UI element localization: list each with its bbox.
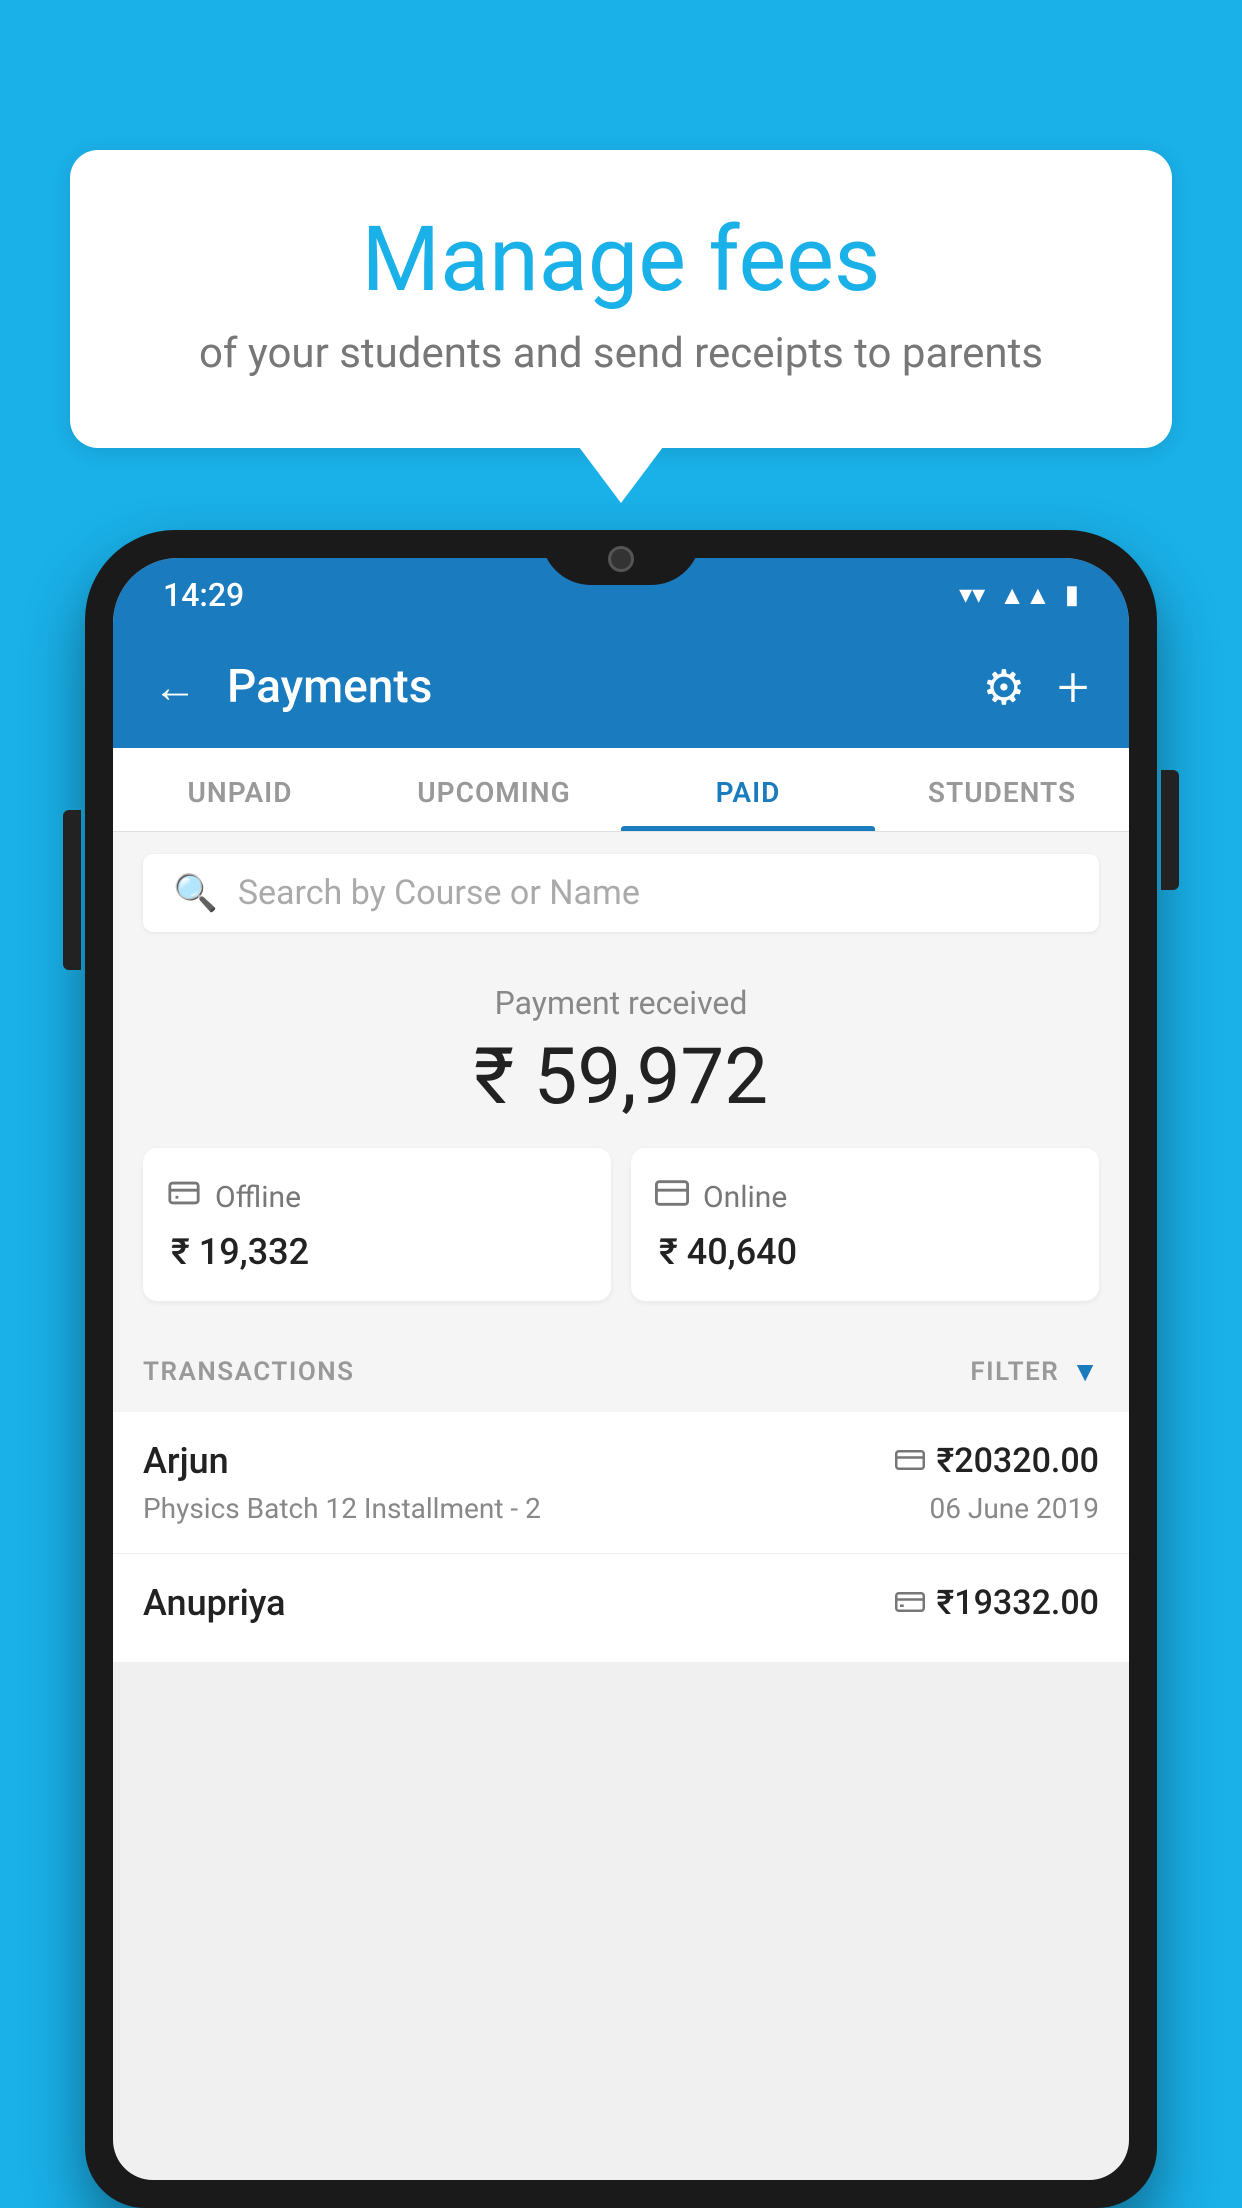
- offline-amount: ₹ 19,332: [167, 1231, 587, 1273]
- status-icons: ▾▾ ▲▲ ▮: [959, 580, 1079, 611]
- filter-icon: ▼: [1071, 1355, 1099, 1388]
- offline-card: Offline ₹ 19,332: [143, 1148, 611, 1301]
- app-bar: ← Payments ⚙ +: [113, 626, 1129, 748]
- transaction-item[interactable]: Anupriya ₹19332.00: [113, 1554, 1129, 1663]
- transaction-name: Anupriya: [143, 1582, 286, 1624]
- payment-amount: ₹ 59,972: [143, 1032, 1099, 1123]
- transactions-label: TRANSACTIONS: [143, 1357, 355, 1387]
- transactions-list: Arjun ₹20320.00 Physics: [113, 1412, 1129, 1663]
- signal-icon: ▲▲: [999, 580, 1050, 611]
- transaction-row-top: Arjun ₹20320.00: [143, 1440, 1099, 1482]
- speech-bubble: Manage fees of your students and send re…: [70, 150, 1172, 448]
- transaction-name: Arjun: [143, 1440, 229, 1482]
- transaction-course: Physics Batch 12 Installment - 2: [143, 1492, 541, 1525]
- app-bar-title: Payments: [227, 660, 432, 714]
- notch: [541, 530, 701, 585]
- offline-icon: [167, 1176, 201, 1219]
- payment-summary: Payment received ₹ 59,972: [113, 954, 1129, 1331]
- transaction-item[interactable]: Arjun ₹20320.00 Physics: [113, 1412, 1129, 1554]
- filter-container[interactable]: FILTER ▼: [970, 1355, 1099, 1388]
- bubble-title: Manage fees: [150, 210, 1092, 309]
- search-input-wrap[interactable]: 🔍 Search by Course or Name: [143, 854, 1099, 932]
- app-bar-right: ⚙ +: [982, 654, 1089, 720]
- tabs-container: UNPAID UPCOMING PAID STUDENTS: [113, 748, 1129, 832]
- speech-bubble-container: Manage fees of your students and send re…: [70, 150, 1172, 448]
- phone-outer: 14:29 ▾▾ ▲▲ ▮ ← Payments ⚙ +: [85, 530, 1157, 2208]
- transaction-row-bottom: Physics Batch 12 Installment - 2 06 June…: [143, 1492, 1099, 1525]
- search-placeholder: Search by Course or Name: [238, 873, 640, 913]
- tab-paid[interactable]: PAID: [621, 748, 875, 831]
- tab-unpaid[interactable]: UNPAID: [113, 748, 367, 831]
- payment-received-label: Payment received: [143, 984, 1099, 1022]
- app-bar-left: ← Payments: [153, 660, 432, 714]
- offline-label: Offline: [215, 1180, 301, 1215]
- wifi-icon: ▾▾: [959, 580, 985, 610]
- back-button[interactable]: ←: [153, 665, 197, 709]
- add-button[interactable]: +: [1057, 654, 1089, 720]
- transactions-header: TRANSACTIONS FILTER ▼: [113, 1331, 1129, 1412]
- online-label: Online: [703, 1180, 787, 1215]
- phone-screen: 14:29 ▾▾ ▲▲ ▮ ← Payments ⚙ +: [113, 558, 1129, 2180]
- camera: [608, 546, 634, 572]
- transaction-amount-wrap: ₹19332.00: [895, 1583, 1099, 1623]
- offline-card-header: Offline: [167, 1176, 587, 1219]
- online-card: Online ₹ 40,640: [631, 1148, 1099, 1301]
- tab-upcoming[interactable]: UPCOMING: [367, 748, 621, 831]
- phone-container: 14:29 ▾▾ ▲▲ ▮ ← Payments ⚙ +: [85, 530, 1157, 2208]
- settings-icon[interactable]: ⚙: [982, 659, 1025, 716]
- transaction-date: 06 June 2019: [929, 1492, 1099, 1525]
- offline-payment-icon: [895, 1586, 925, 1621]
- transaction-amount: ₹20320.00: [937, 1441, 1099, 1481]
- transaction-amount-wrap: ₹20320.00: [895, 1441, 1099, 1481]
- tab-students[interactable]: STUDENTS: [875, 748, 1129, 831]
- online-payment-icon: [895, 1444, 925, 1479]
- online-amount: ₹ 40,640: [655, 1231, 1075, 1273]
- search-container: 🔍 Search by Course or Name: [113, 832, 1129, 954]
- filter-label: FILTER: [970, 1357, 1059, 1387]
- payment-cards: Offline ₹ 19,332: [143, 1148, 1099, 1301]
- search-icon: 🔍: [173, 872, 218, 914]
- battery-icon: ▮: [1065, 580, 1079, 610]
- transaction-amount: ₹19332.00: [937, 1583, 1099, 1623]
- online-card-header: Online: [655, 1176, 1075, 1219]
- status-time: 14:29: [163, 576, 244, 614]
- bubble-subtitle: of your students and send receipts to pa…: [150, 329, 1092, 378]
- transaction-row-top: Anupriya ₹19332.00: [143, 1582, 1099, 1624]
- online-icon: [655, 1176, 689, 1219]
